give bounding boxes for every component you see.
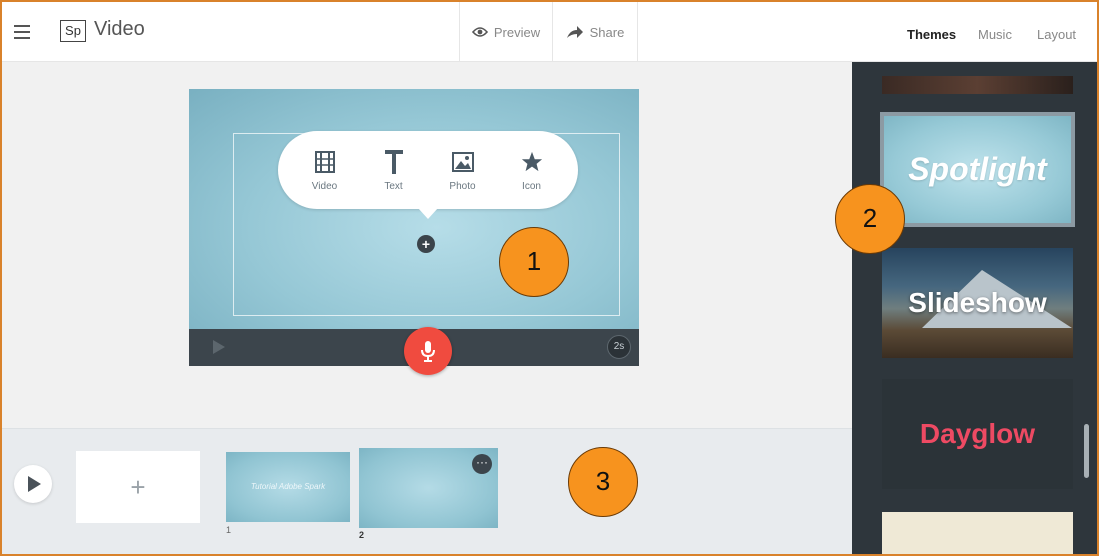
star-icon — [521, 151, 542, 171]
themes-panel: Spotlight Slideshow Dayglow — [852, 62, 1097, 554]
theme-name-spotlight: Spotlight — [908, 151, 1047, 187]
add-slide-button[interactable]: + — [76, 451, 200, 523]
theme-card-partial-bottom[interactable] — [882, 512, 1073, 554]
slide-thumbnail-1[interactable]: Tutorial Adobe Spark — [226, 452, 350, 522]
preview-label: Preview — [493, 24, 541, 40]
spark-logo: Sp — [60, 20, 86, 42]
add-text-label: Text — [384, 180, 403, 192]
thumbnail-caption: Tutorial Adobe Spark — [250, 482, 326, 491]
menu-icon[interactable] — [14, 25, 30, 39]
annotation-callout-2: 2 — [835, 184, 905, 254]
theme-card-slideshow[interactable]: Slideshow — [882, 248, 1073, 358]
tab-layout[interactable]: Layout — [1037, 27, 1076, 42]
app-title: Video — [94, 18, 145, 40]
slide-duration-badge[interactable]: 2s — [607, 335, 631, 359]
annotation-callout-3: 3 — [568, 447, 638, 517]
slide-canvas[interactable]: Video Text Photo Icon + 2s — [189, 89, 639, 375]
share-label: Share — [589, 24, 625, 40]
slide-number-2: 2 — [359, 530, 365, 540]
theme-card-dayglow[interactable]: Dayglow — [882, 379, 1073, 489]
theme-name-dayglow: Dayglow — [919, 418, 1036, 449]
canvas-area: Video Text Photo Icon + 2s — [2, 62, 852, 428]
add-photo-label: Photo — [449, 180, 476, 192]
add-text-option[interactable]: Text — [364, 149, 424, 192]
microphone-icon — [421, 341, 435, 362]
timeline-strip: + Tutorial Adobe Spark 1 ··· 2 — [2, 428, 852, 554]
slide-thumbnail-2[interactable]: ··· — [359, 448, 498, 528]
add-content-button[interactable]: + — [417, 235, 435, 253]
annotation-callout-1: 1 — [499, 227, 569, 297]
app-window: Sp Video Preview Share Themes Music Layo… — [0, 0, 1099, 556]
panel-scrollbar[interactable] — [1084, 424, 1089, 478]
theme-card-partial[interactable] — [882, 76, 1073, 94]
add-icon-label: Icon — [522, 180, 541, 192]
theme-name-slideshow: Slideshow — [908, 287, 1047, 318]
share-button[interactable]: Share — [552, 2, 638, 62]
play-video-button[interactable] — [14, 465, 52, 503]
slide-control-bar: 2s — [189, 327, 639, 375]
preview-button[interactable]: Preview — [459, 2, 552, 62]
text-t-icon — [384, 149, 403, 174]
theme-card-spotlight[interactable]: Spotlight — [880, 112, 1075, 227]
slide-number-1: 1 — [226, 525, 232, 535]
eye-icon — [471, 27, 488, 37]
record-voice-button[interactable] — [404, 327, 452, 375]
add-icon-option[interactable]: Icon — [502, 149, 562, 192]
add-content-menu: Video Text Photo Icon — [278, 131, 578, 219]
share-arrow-icon — [566, 25, 583, 38]
add-video-option[interactable]: Video — [295, 149, 355, 192]
add-video-label: Video — [311, 180, 338, 192]
top-bar: Sp Video Preview Share Themes Music Layo… — [2, 2, 1097, 62]
tab-music[interactable]: Music — [978, 27, 1012, 42]
add-photo-option[interactable]: Photo — [433, 149, 493, 192]
more-options-icon[interactable]: ··· — [472, 454, 492, 474]
play-slide-icon[interactable] — [213, 340, 225, 354]
photo-icon — [451, 151, 474, 172]
film-icon — [314, 150, 335, 173]
tab-themes[interactable]: Themes — [907, 27, 956, 42]
